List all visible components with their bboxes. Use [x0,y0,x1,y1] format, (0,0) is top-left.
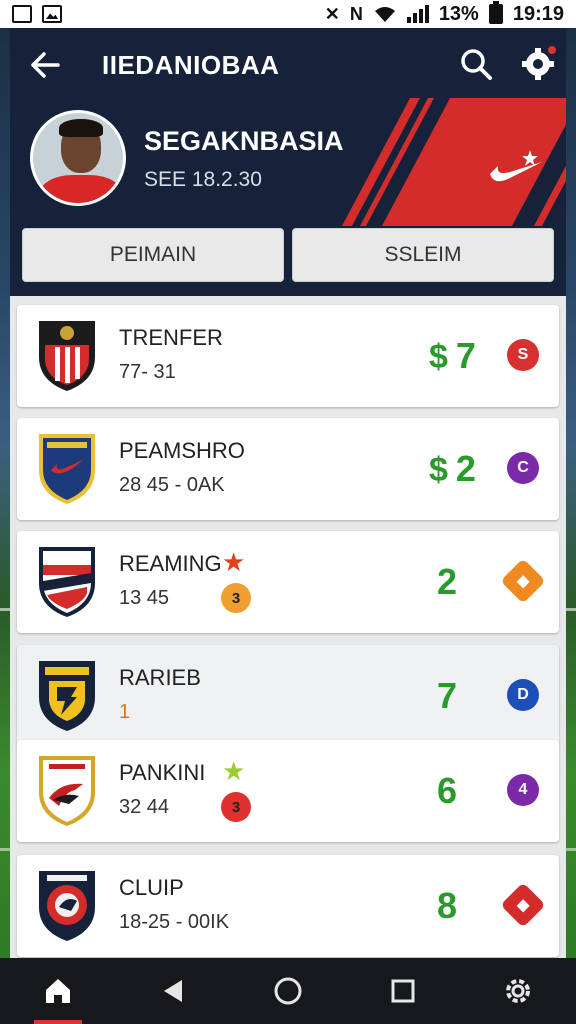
club-name: TRENFER [119,325,223,350]
tab-main[interactable]: PEIMAIN [22,228,284,282]
club-stats: 18-25 - 00IK [119,911,230,933]
nav-home-circle-button[interactable] [260,958,316,1024]
avatar-shirt [39,175,123,203]
price-value: 7 [437,675,458,716]
clock: 19:19 [512,2,564,25]
club-crest-icon [39,661,95,731]
gear-icon [506,979,531,1003]
club-stats: 1 [119,701,131,723]
swoosh-logo-icon [490,150,542,182]
price: $2 [429,448,495,490]
nav-home-button[interactable] [30,958,86,1024]
action-badge[interactable]: 4 [507,774,539,806]
search-icon[interactable] [458,46,494,82]
avatar[interactable] [30,110,126,206]
action-badge-label: 4 [518,781,528,798]
club-name: PEAMSHRO [119,438,245,463]
club-stats: 32 44 [119,796,170,818]
price: 6 [429,770,495,812]
nav-recents-button[interactable] [375,958,431,1024]
player-name: SEGAKNBASIA [144,126,344,156]
action-badge-label: C [517,459,529,476]
action-badge-label: ◆ [516,573,530,590]
price-symbol: $ [429,338,448,376]
price-value: 6 [437,770,458,811]
club-stats: 77- 31 [119,361,176,383]
club-crest-icon [39,756,95,826]
status-bar: ✕ N 13% 19:19 [0,0,576,28]
action-badge-label: D [517,686,529,703]
club-name: CLUIP [119,875,184,900]
price: 8 [429,885,495,927]
back-arrow-icon[interactable] [28,48,62,82]
page-title: IIEDANIOBAA [102,50,280,80]
action-badge-label: ◆ [516,897,530,914]
battery-icon [488,1,503,24]
action-badge[interactable]: D [507,679,539,711]
circle-icon [274,977,302,1005]
club-stats: 28 45 - 0AK [119,474,225,496]
list-item[interactable]: PANKINI ★ 32 44 3 6 4 [17,740,559,842]
square-icon [391,979,415,1003]
back-triangle-icon [163,980,182,1002]
list-item[interactable]: RARIEB 1 7 D [17,645,559,747]
profile-header: IIEDANIOBAA SEGAKNBASIA SEE 18.2.30 PEIM… [10,28,566,296]
nav-back-button[interactable] [145,958,201,1024]
price-symbol: $ [429,451,448,489]
list-item[interactable]: REAMING ★ 13 45 3 2 ◆ [17,531,559,633]
price-value: 7 [455,335,476,376]
rank-badge: 3 [221,583,251,613]
image-icon [42,5,62,23]
price-value: 2 [437,561,458,602]
signal-icon [406,5,429,23]
star-icon: ★ [222,547,246,577]
notification-dot [548,46,556,54]
club-stats: 13 45 [119,587,170,609]
club-name: REAMING [119,551,222,576]
list-item[interactable]: CLUIP 18-25 - 00IK 8 ◆ [17,855,559,957]
wifi-icon [374,7,395,22]
list-item[interactable]: PEAMSHRO 28 45 - 0AK $2 C [17,418,559,520]
bottom-navigation [0,958,576,1024]
notification-icon [12,5,32,23]
battery-percent: 13% [438,2,479,25]
star-icon: ★ [222,756,246,786]
tab-secondary[interactable]: SSLEIM [292,228,554,282]
mute-icon: ✕ [324,3,340,24]
player-subtitle: SEE 18.2.30 [144,168,262,191]
club-crest-icon [39,547,95,617]
nfc-icon: N [349,3,363,24]
price: 2 [429,561,495,603]
action-badge[interactable]: ◆ [500,558,546,604]
price-value: 2 [455,448,476,489]
club-crest-icon [39,871,95,941]
price: 7 [429,675,495,717]
action-badge[interactable]: C [507,452,539,484]
action-badge-label: S [517,346,529,363]
club-crest-icon [39,434,95,504]
avatar-hair [59,119,103,137]
price: $7 [429,335,495,377]
list-item[interactable]: TRENFER 77- 31 $7 S [17,305,559,407]
action-badge[interactable]: ◆ [500,882,546,928]
price-value: 8 [437,885,458,926]
rank-badge: 3 [221,792,251,822]
club-name: PANKINI [119,760,206,785]
club-name: RARIEB [119,665,201,690]
home-icon [45,979,70,1003]
club-crest-icon [39,321,95,391]
action-badge[interactable]: S [507,339,539,371]
nav-settings-button[interactable] [490,958,546,1024]
